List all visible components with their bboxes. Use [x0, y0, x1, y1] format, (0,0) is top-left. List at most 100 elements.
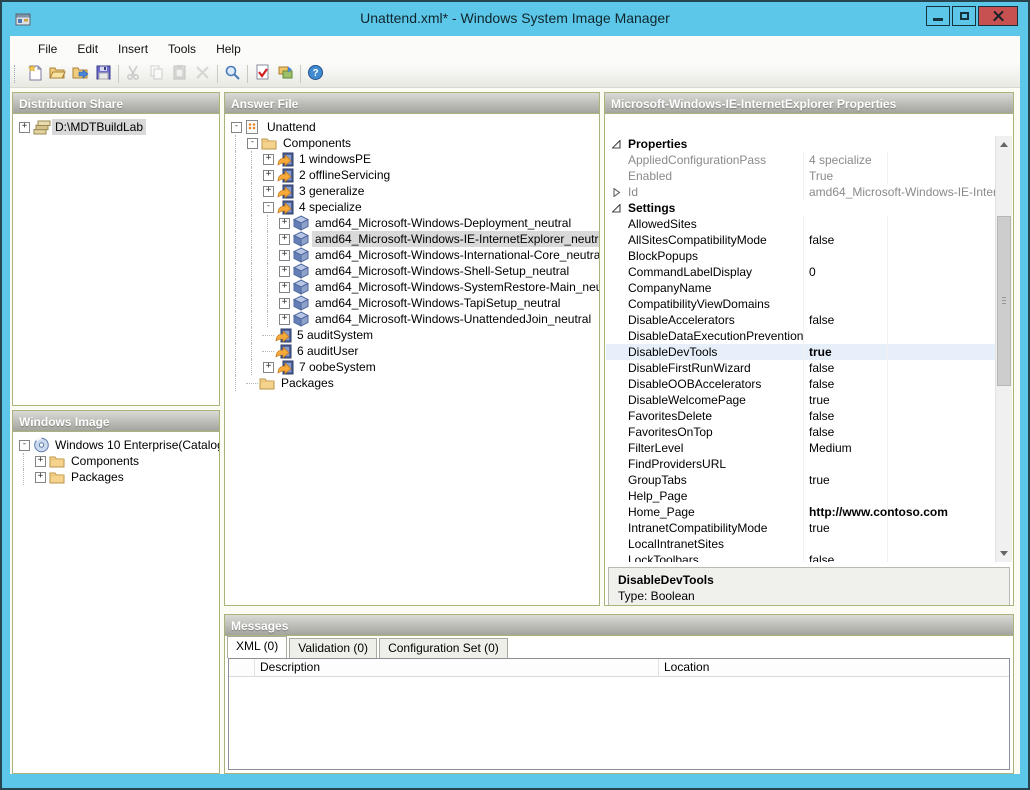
- property-value[interactable]: 0: [804, 264, 888, 280]
- help-button[interactable]: ?: [304, 63, 327, 86]
- scroll-up-button[interactable]: [996, 136, 1012, 153]
- messages-tab-2[interactable]: Configuration Set (0): [379, 638, 508, 658]
- tree-node[interactable]: +D:\MDTBuildLab: [15, 119, 217, 135]
- property-value[interactable]: true: [804, 392, 888, 408]
- property-row[interactable]: DisableOOBAcceleratorsfalse: [606, 376, 995, 392]
- expand-toggle-icon[interactable]: +: [279, 298, 290, 309]
- tree-node[interactable]: +amd64_Microsoft-Windows-International-C…: [227, 247, 597, 263]
- property-row[interactable]: FindProvidersURL: [606, 456, 995, 472]
- collapse-toggle-icon[interactable]: -: [19, 440, 30, 451]
- property-value[interactable]: 4 specialize: [804, 152, 888, 168]
- maximize-button[interactable]: [952, 6, 976, 26]
- property-grid-scrollbar[interactable]: [995, 136, 1012, 562]
- tree-node[interactable]: 5 auditSystem: [227, 327, 597, 343]
- property-row[interactable]: DisableWelcomePagetrue: [606, 392, 995, 408]
- collapse-toggle-icon[interactable]: -: [231, 122, 242, 133]
- property-row[interactable]: LocalIntranetSites: [606, 536, 995, 552]
- property-row[interactable]: GroupTabstrue: [606, 472, 995, 488]
- property-value[interactable]: false: [804, 552, 888, 562]
- tree-node[interactable]: +amd64_Microsoft-Windows-Shell-Setup_neu…: [227, 263, 597, 279]
- property-value[interactable]: true: [804, 520, 888, 536]
- create-configuration-set-button[interactable]: [274, 63, 297, 86]
- property-value[interactable]: false: [804, 424, 888, 440]
- group-expanded-icon[interactable]: [606, 200, 626, 216]
- tree-node[interactable]: -Components: [227, 135, 597, 151]
- property-row[interactable]: AppliedConfigurationPass4 specialize: [606, 152, 995, 168]
- menu-item-edit[interactable]: Edit: [67, 39, 108, 59]
- property-value[interactable]: true: [804, 344, 888, 360]
- property-row[interactable]: DisableDevToolstrue: [606, 344, 995, 360]
- tree-node[interactable]: +2 offlineServicing: [227, 167, 597, 183]
- expand-toggle-icon[interactable]: +: [279, 314, 290, 325]
- titlebar[interactable]: Unattend.xml* - Windows System Image Man…: [2, 2, 1028, 36]
- property-row[interactable]: DisableDataExecutionPrevention: [606, 328, 995, 344]
- tree-node[interactable]: Packages: [227, 375, 597, 391]
- property-expand-icon[interactable]: [606, 184, 626, 200]
- messages-column-Description[interactable]: Description: [255, 659, 659, 676]
- property-row[interactable]: Help_Page: [606, 488, 995, 504]
- property-value[interactable]: [804, 248, 888, 264]
- menu-item-tools[interactable]: Tools: [158, 39, 206, 59]
- minimize-button[interactable]: [926, 6, 950, 26]
- expand-toggle-icon[interactable]: +: [35, 472, 46, 483]
- scrollbar-thumb[interactable]: [997, 216, 1011, 386]
- property-value[interactable]: [804, 456, 888, 472]
- property-row[interactable]: Idamd64_Microsoft-Windows-IE-InternetEx: [606, 184, 995, 200]
- messages-tab-1[interactable]: Validation (0): [289, 638, 377, 658]
- property-value[interactable]: [804, 488, 888, 504]
- messages-column-Location[interactable]: Location: [659, 659, 1009, 676]
- property-row[interactable]: CommandLabelDisplay0: [606, 264, 995, 280]
- expand-toggle-icon[interactable]: +: [263, 154, 274, 165]
- expand-toggle-icon[interactable]: +: [263, 362, 274, 373]
- property-value[interactable]: [804, 296, 888, 312]
- menu-item-help[interactable]: Help: [206, 39, 251, 59]
- property-row[interactable]: CompatibilityViewDomains: [606, 296, 995, 312]
- property-value[interactable]: True: [804, 168, 888, 184]
- property-value[interactable]: false: [804, 312, 888, 328]
- property-row[interactable]: AllSitesCompatibilityModefalse: [606, 232, 995, 248]
- open-windows-image-button[interactable]: [69, 63, 92, 86]
- tree-node[interactable]: +amd64_Microsoft-Windows-UnattendedJoin_…: [227, 311, 597, 327]
- tree-node[interactable]: +7 oobeSystem: [227, 359, 597, 375]
- property-value[interactable]: false: [804, 360, 888, 376]
- property-row[interactable]: FavoritesDeletefalse: [606, 408, 995, 424]
- tree-node[interactable]: -Windows 10 Enterprise(Catalog): [15, 437, 217, 453]
- expand-toggle-icon[interactable]: +: [279, 250, 290, 261]
- collapse-toggle-icon[interactable]: -: [263, 202, 274, 213]
- property-group-row[interactable]: Settings: [606, 200, 995, 216]
- property-value[interactable]: true: [804, 472, 888, 488]
- property-group-row[interactable]: Properties: [606, 136, 995, 152]
- tree-node[interactable]: -4 specialize: [227, 199, 597, 215]
- property-value[interactable]: Medium: [804, 440, 888, 456]
- property-value[interactable]: [804, 328, 888, 344]
- save-answer-file-button[interactable]: [92, 63, 115, 86]
- property-value[interactable]: [804, 280, 888, 296]
- collapse-toggle-icon[interactable]: -: [247, 138, 258, 149]
- expand-toggle-icon[interactable]: +: [279, 234, 290, 245]
- property-row[interactable]: CompanyName: [606, 280, 995, 296]
- tree-node[interactable]: +Packages: [15, 469, 217, 485]
- property-value[interactable]: false: [804, 232, 888, 248]
- property-value[interactable]: [804, 216, 888, 232]
- expand-toggle-icon[interactable]: +: [263, 186, 274, 197]
- tree-node[interactable]: +3 generalize: [227, 183, 597, 199]
- property-value[interactable]: amd64_Microsoft-Windows-IE-InternetEx: [804, 184, 995, 200]
- tree-node[interactable]: -Unattend: [227, 119, 597, 135]
- property-row[interactable]: EnabledTrue: [606, 168, 995, 184]
- expand-toggle-icon[interactable]: +: [279, 282, 290, 293]
- property-row[interactable]: LockToolbarsfalse: [606, 552, 995, 562]
- close-button[interactable]: [978, 6, 1018, 26]
- scroll-down-button[interactable]: [996, 545, 1012, 562]
- property-row[interactable]: FavoritesOnTopfalse: [606, 424, 995, 440]
- menu-item-file[interactable]: File: [28, 39, 67, 59]
- tree-node[interactable]: +amd64_Microsoft-Windows-IE-InternetExpl…: [227, 231, 597, 247]
- open-answer-file-button[interactable]: [46, 63, 69, 86]
- group-expanded-icon[interactable]: [606, 136, 626, 152]
- find-button[interactable]: [221, 63, 244, 86]
- messages-column-icon[interactable]: [229, 659, 255, 676]
- property-row[interactable]: AllowedSites: [606, 216, 995, 232]
- property-value[interactable]: false: [804, 408, 888, 424]
- property-value[interactable]: [804, 536, 888, 552]
- tree-node[interactable]: +amd64_Microsoft-Windows-Deployment_neut…: [227, 215, 597, 231]
- property-value[interactable]: http://www.contoso.com: [804, 504, 888, 520]
